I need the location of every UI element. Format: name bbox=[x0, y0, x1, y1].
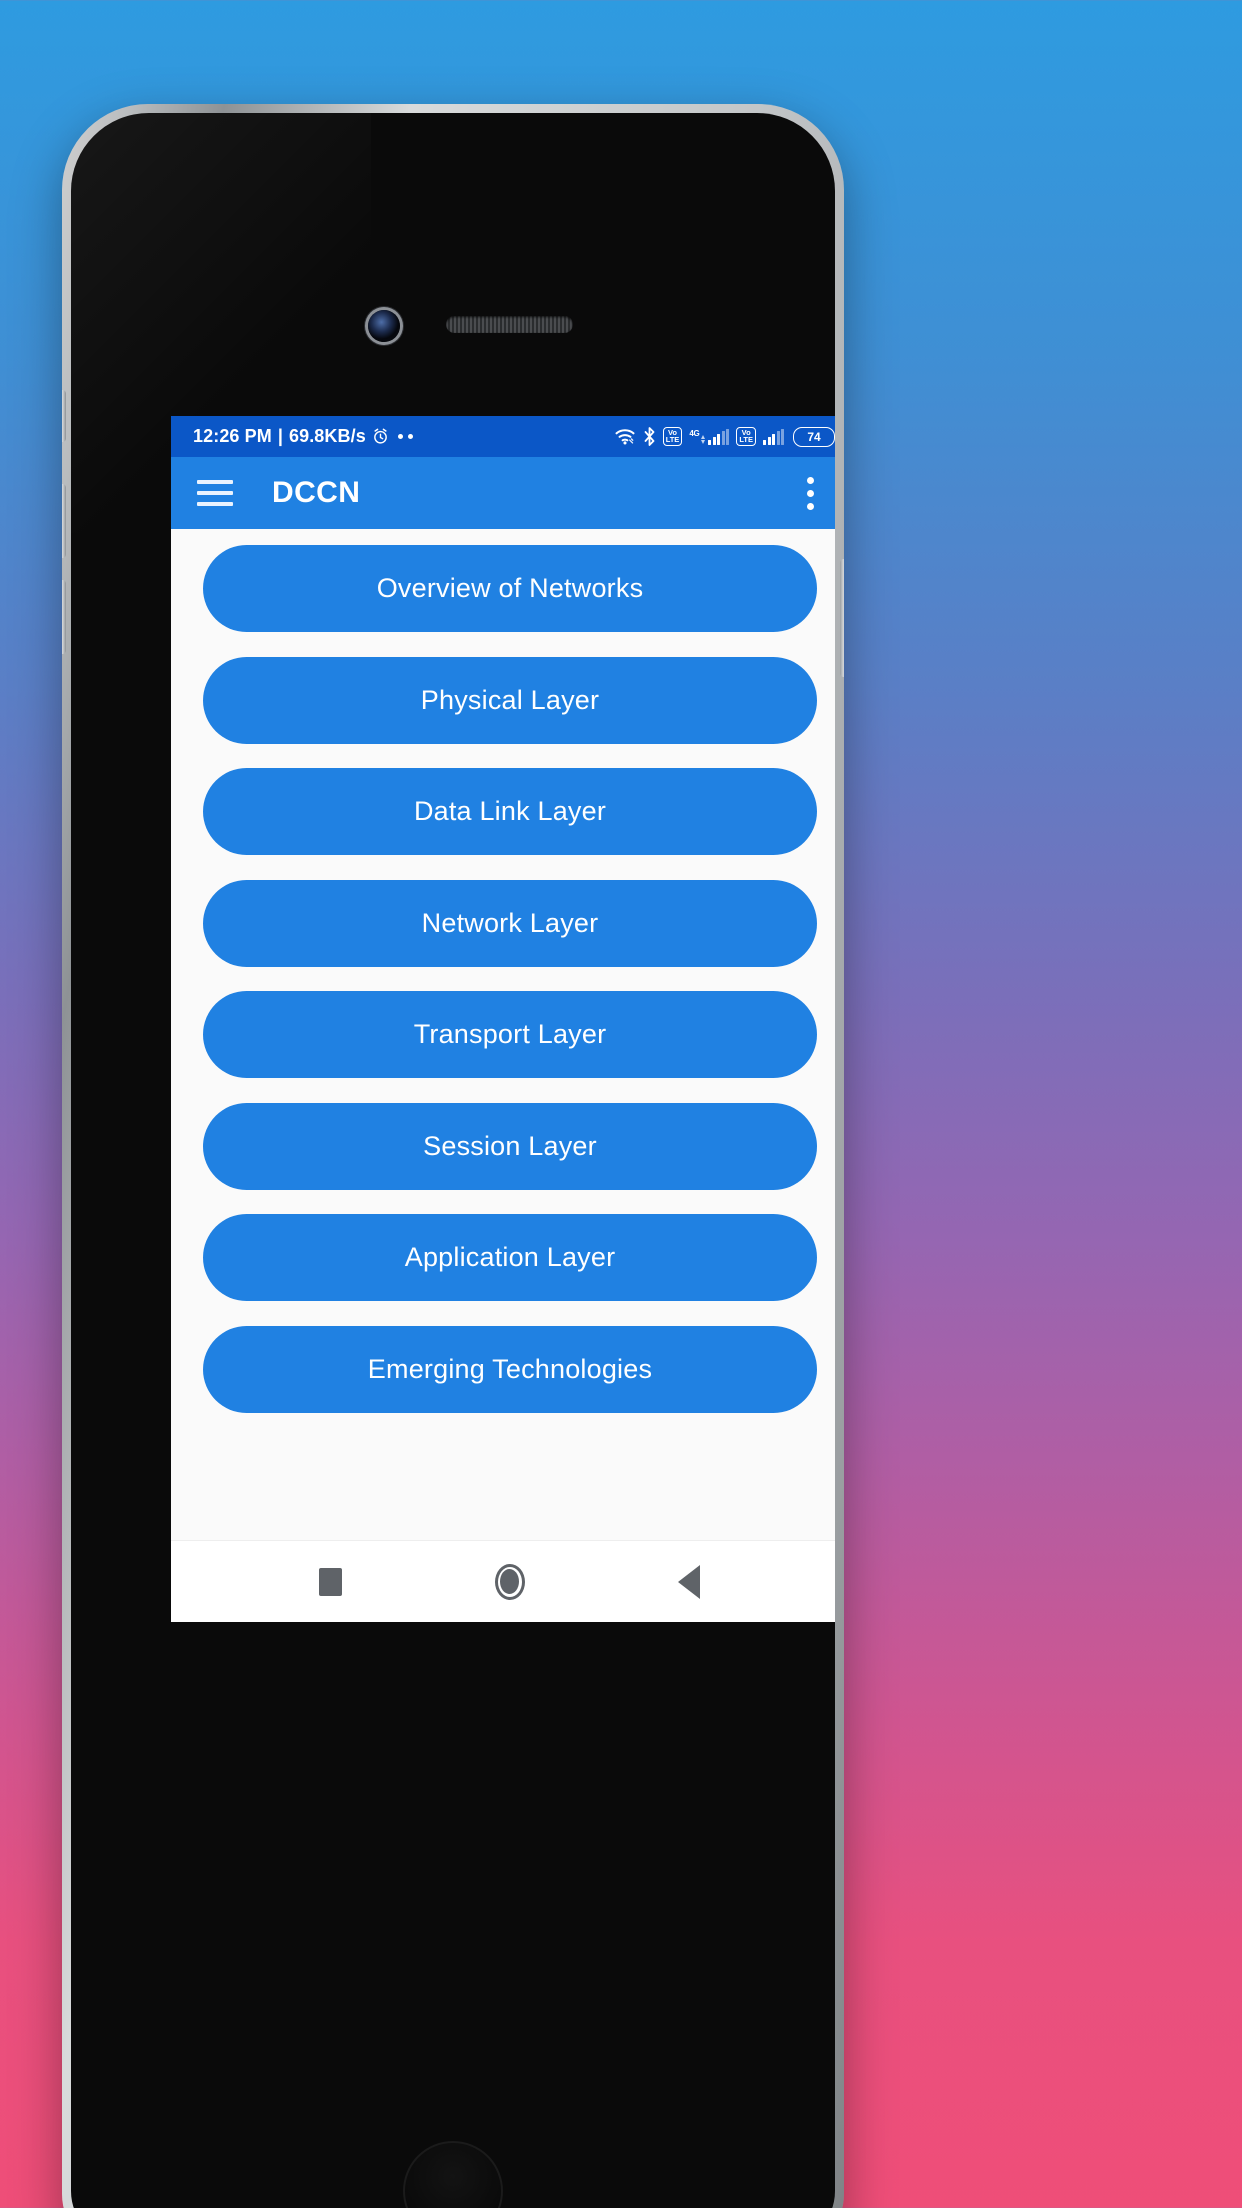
phone-bezel: 12:26 PM | 69.8KB/s Vo LTE 4G Vo LTE 74 … bbox=[71, 113, 835, 2208]
front-camera-icon bbox=[368, 310, 400, 342]
volte-bottom-text-2: LTE bbox=[739, 434, 753, 444]
app-bar: DCCN bbox=[171, 457, 835, 529]
topic-list: Overview of Networks Physical Layer Data… bbox=[171, 529, 835, 1540]
network-type-label: 4G bbox=[689, 428, 700, 438]
silent-switch[interactable] bbox=[62, 390, 66, 442]
status-bar-left-group: 12:26 PM | 69.8KB/s bbox=[193, 426, 413, 447]
overflow-menu-icon[interactable] bbox=[793, 471, 827, 515]
power-button[interactable] bbox=[840, 559, 844, 677]
signal-bars-sim1 bbox=[708, 428, 730, 445]
earpiece-speaker-icon bbox=[446, 316, 573, 333]
topic-button-overview-of-networks[interactable]: Overview of Networks bbox=[203, 545, 817, 632]
phone-device-frame: 12:26 PM | 69.8KB/s Vo LTE 4G Vo LTE 74 … bbox=[62, 104, 844, 2208]
topic-button-transport-layer[interactable]: Transport Layer bbox=[203, 991, 817, 1078]
notification-dots-icon bbox=[397, 434, 413, 439]
data-activity-icon bbox=[701, 434, 706, 444]
alarm-clock-icon bbox=[373, 428, 387, 444]
network-speed: 69.8KB/s bbox=[288, 426, 366, 446]
topic-button-network-layer[interactable]: Network Layer bbox=[203, 879, 817, 967]
topic-button-emerging-technologies[interactable]: Emerging Technologies bbox=[203, 1325, 817, 1413]
status-time: 12:26 PM bbox=[193, 426, 272, 446]
hamburger-menu-icon[interactable] bbox=[197, 480, 233, 506]
page-title: DCCN bbox=[272, 476, 361, 509]
status-separator: | bbox=[277, 426, 283, 446]
topic-button-physical-layer[interactable]: Physical Layer bbox=[203, 656, 817, 744]
volte-badge-sim2: Vo LTE bbox=[736, 427, 756, 446]
back-button[interactable] bbox=[657, 1550, 721, 1614]
topic-button-data-link-layer[interactable]: Data Link Layer bbox=[203, 768, 817, 855]
battery-indicator: 74 bbox=[793, 426, 835, 447]
phone-screen: 12:26 PM | 69.8KB/s Vo LTE 4G Vo LTE 74 … bbox=[171, 416, 835, 1622]
volume-up-button[interactable] bbox=[62, 484, 66, 558]
physical-home-button[interactable] bbox=[403, 2141, 503, 2208]
battery-level-text: 74 bbox=[807, 429, 821, 444]
volte-badge-sim1: Vo LTE bbox=[662, 427, 683, 446]
volume-down-button[interactable] bbox=[62, 580, 66, 654]
circle-home-icon bbox=[494, 1563, 525, 1600]
topic-button-session-layer[interactable]: Session Layer bbox=[203, 1102, 817, 1190]
android-navigation-bar bbox=[171, 1540, 835, 1622]
topic-button-application-layer[interactable]: Application Layer bbox=[203, 1214, 817, 1301]
triangle-back-icon bbox=[678, 1564, 701, 1599]
bluetooth-icon bbox=[644, 427, 655, 446]
status-bar: 12:26 PM | 69.8KB/s Vo LTE 4G Vo LTE 74 bbox=[171, 416, 835, 457]
status-bar-right-group: Vo LTE 4G Vo LTE 74 bbox=[614, 426, 835, 447]
signal-bars-sim2 bbox=[763, 428, 784, 445]
wifi-icon bbox=[615, 429, 635, 445]
square-recents-icon bbox=[319, 1567, 343, 1596]
volte-bottom-text: LTE bbox=[665, 434, 680, 444]
home-button[interactable] bbox=[478, 1550, 542, 1614]
recents-button[interactable] bbox=[299, 1550, 363, 1614]
signal-sim1: 4G bbox=[689, 428, 730, 445]
